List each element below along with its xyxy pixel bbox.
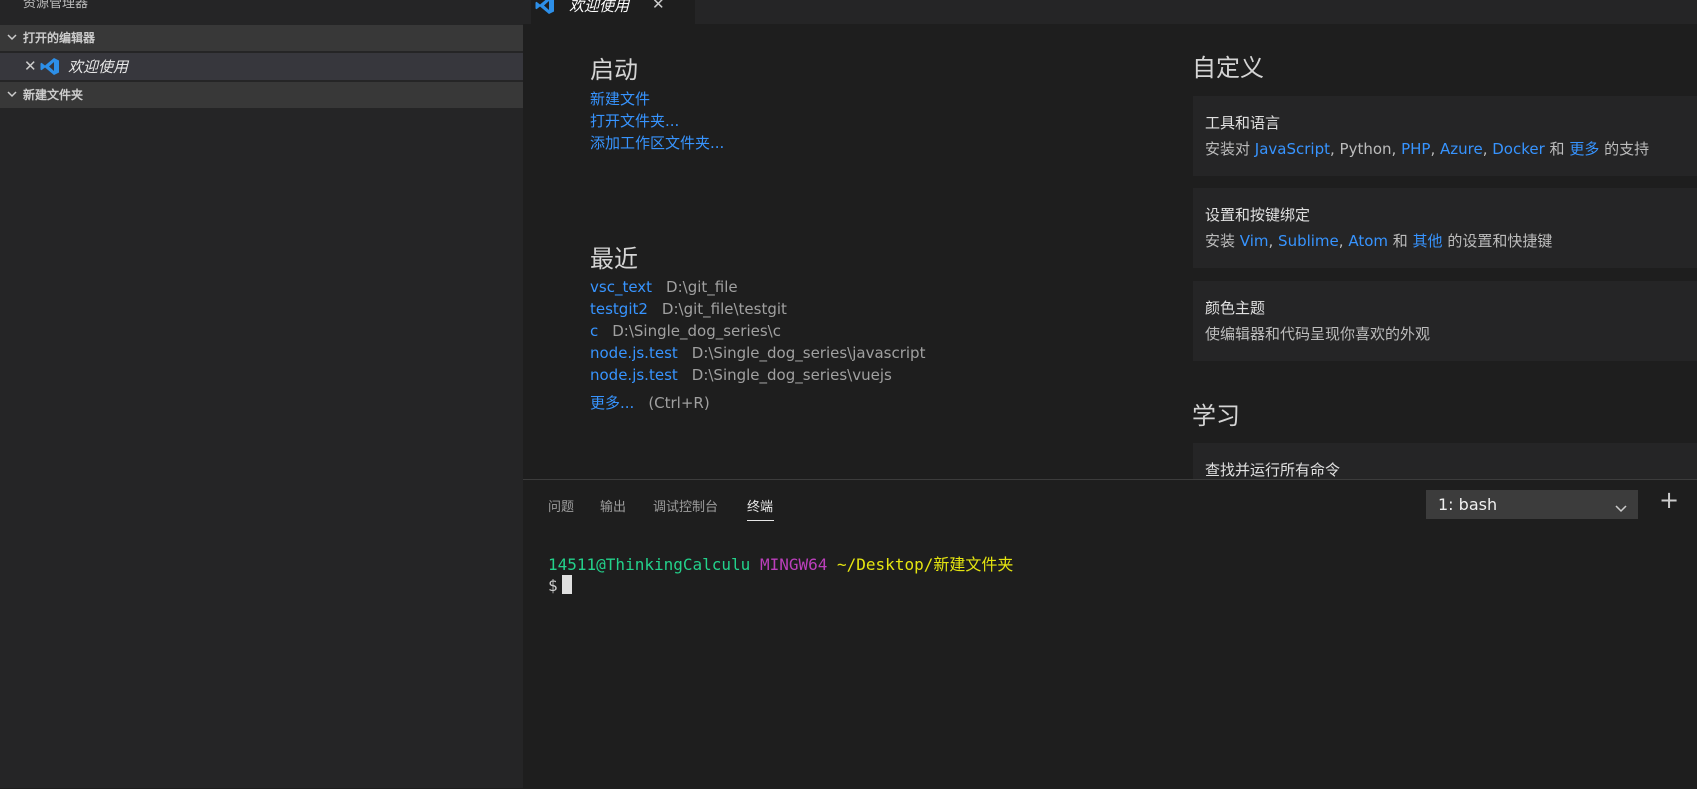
tab-terminal[interactable]: 终端 (747, 496, 773, 515)
tab-welcome[interactable]: 欢迎使用 ✕ (531, 0, 695, 24)
learn-heading: 学习 (1192, 402, 1240, 430)
more-recent-link[interactable]: 更多... (590, 394, 634, 412)
azure-link[interactable]: Azure (1440, 140, 1483, 158)
recent-more-row: 更多... (Ctrl+R) (590, 392, 710, 413)
php-link[interactable]: PHP (1401, 140, 1430, 158)
card-title: 设置和按键绑定 (1205, 206, 1311, 224)
tab-output[interactable]: 输出 (600, 496, 626, 515)
recent-item-name[interactable]: c (590, 322, 598, 340)
recent-item-name[interactable]: node.js.test (590, 344, 678, 362)
tools-languages-card[interactable]: 工具和语言 安装对 JavaScript, Python, PHP, Azure… (1193, 96, 1697, 176)
chevron-down-icon (1614, 499, 1628, 518)
explorer-title: 资源管理器 (23, 0, 89, 11)
terminal-select[interactable]: 1: bash (1426, 490, 1638, 519)
settings-keybindings-card[interactable]: 设置和按键绑定 安装 Vim, Sublime, Atom 和 其他 的设置和快… (1193, 188, 1697, 268)
editor-area: 欢迎使用 ✕ 启动 新建文件 打开文件夹... 添加工作区文件夹... 最近 v… (523, 0, 1697, 479)
docker-link[interactable]: Docker (1492, 140, 1545, 158)
terminal-select-value: 1: bash (1438, 495, 1498, 514)
recent-item: vsc_text D:\git_file (590, 278, 738, 296)
more-tools-link[interactable]: 更多 (1569, 140, 1599, 158)
add-workspace-folder-link[interactable]: 添加工作区文件夹... (590, 132, 724, 153)
recent-item-path: D:\Single_dog_series\javascript (691, 344, 926, 362)
vscode-logo-icon (535, 0, 555, 15)
start-heading: 启动 (590, 56, 638, 84)
card-description: 安装 Vim, Sublime, Atom 和 其他 的设置和快捷键 (1205, 232, 1553, 250)
other-keymaps-link[interactable]: 其他 (1413, 232, 1443, 250)
card-title: 查找并运行所有命令 (1205, 461, 1341, 479)
color-theme-card[interactable]: 颜色主题 使编辑器和代码呈现你喜欢的外观 (1193, 281, 1697, 361)
find-commands-card[interactable]: 查找并运行所有命令 (1193, 443, 1697, 479)
card-title: 工具和语言 (1205, 114, 1281, 132)
open-editors-header[interactable]: 打开的编辑器 (0, 25, 523, 51)
terminal-user: 14511@ThinkingCalculu (548, 555, 751, 574)
card-description: 使编辑器和代码呈现你喜欢的外观 (1205, 325, 1431, 343)
recent-item-name[interactable]: vsc_text (590, 278, 652, 296)
recent-item-name[interactable]: node.js.test (590, 366, 678, 384)
tab-label: 欢迎使用 (569, 0, 630, 15)
card-description: 安装对 JavaScript, Python, PHP, Azure, Dock… (1205, 140, 1650, 158)
recent-item: c D:\Single_dog_series\c (590, 322, 781, 340)
recent-item-path: D:\git_file (666, 278, 738, 296)
open-editors-label: 打开的编辑器 (23, 31, 96, 45)
customize-heading: 自定义 (1192, 54, 1264, 82)
terminal-cursor (561, 575, 572, 594)
more-recent-shortcut: (Ctrl+R) (648, 394, 710, 412)
bottom-panel: 问题 输出 调试控制台 终端 1: bash + 14511@ThinkingC… (523, 479, 1697, 789)
vscode-logo-icon (40, 57, 60, 76)
recent-item-name[interactable]: testgit2 (590, 300, 648, 318)
folder-header[interactable]: 新建文件夹 (0, 82, 523, 108)
recent-heading: 最近 (590, 245, 638, 273)
card-title: 颜色主题 (1205, 299, 1266, 317)
tab-debug-console[interactable]: 调试控制台 (653, 496, 718, 515)
terminal-path: ~/Desktop/新建文件夹 (837, 555, 1014, 574)
folder-label: 新建文件夹 (23, 88, 84, 102)
vim-link[interactable]: Vim (1240, 232, 1269, 250)
recent-item: node.js.test D:\Single_dog_series\javascr… (590, 344, 925, 362)
chevron-down-icon (6, 82, 18, 117)
tab-problems[interactable]: 问题 (548, 496, 574, 515)
recent-item-path: D:\Single_dog_series\c (612, 322, 781, 340)
open-editor-item-welcome[interactable]: ✕ 欢迎使用 (0, 53, 523, 80)
atom-link[interactable]: Atom (1348, 232, 1388, 250)
terminal-host: MINGW64 (759, 555, 828, 574)
close-icon[interactable]: ✕ (652, 0, 665, 13)
open-editor-label: 欢迎使用 (68, 58, 129, 76)
recent-item: testgit2 D:\git_file\testgit (590, 300, 787, 318)
terminal-prompt: $ (548, 576, 558, 595)
recent-item: node.js.test D:\Single_dog_series\vuejs (590, 366, 892, 384)
close-icon[interactable]: ✕ (24, 57, 37, 75)
explorer-sidebar: 资源管理器 打开的编辑器 ✕ 欢迎使用 新建文件夹 (0, 0, 523, 788)
active-tab-indicator (747, 520, 774, 521)
sublime-link[interactable]: Sublime (1278, 232, 1339, 250)
recent-item-path: D:\git_file\testgit (661, 300, 787, 318)
new-file-link[interactable]: 新建文件 (590, 88, 650, 109)
open-folder-link[interactable]: 打开文件夹... (590, 110, 679, 131)
tab-bar: 欢迎使用 ✕ (523, 0, 1697, 24)
javascript-link[interactable]: JavaScript (1255, 140, 1330, 158)
recent-item-path: D:\Single_dog_series\vuejs (691, 366, 892, 384)
new-terminal-button[interactable]: + (1659, 486, 1679, 514)
terminal-output[interactable]: 14511@ThinkingCalculu MINGW64 ~/Desktop/… (548, 554, 1013, 596)
